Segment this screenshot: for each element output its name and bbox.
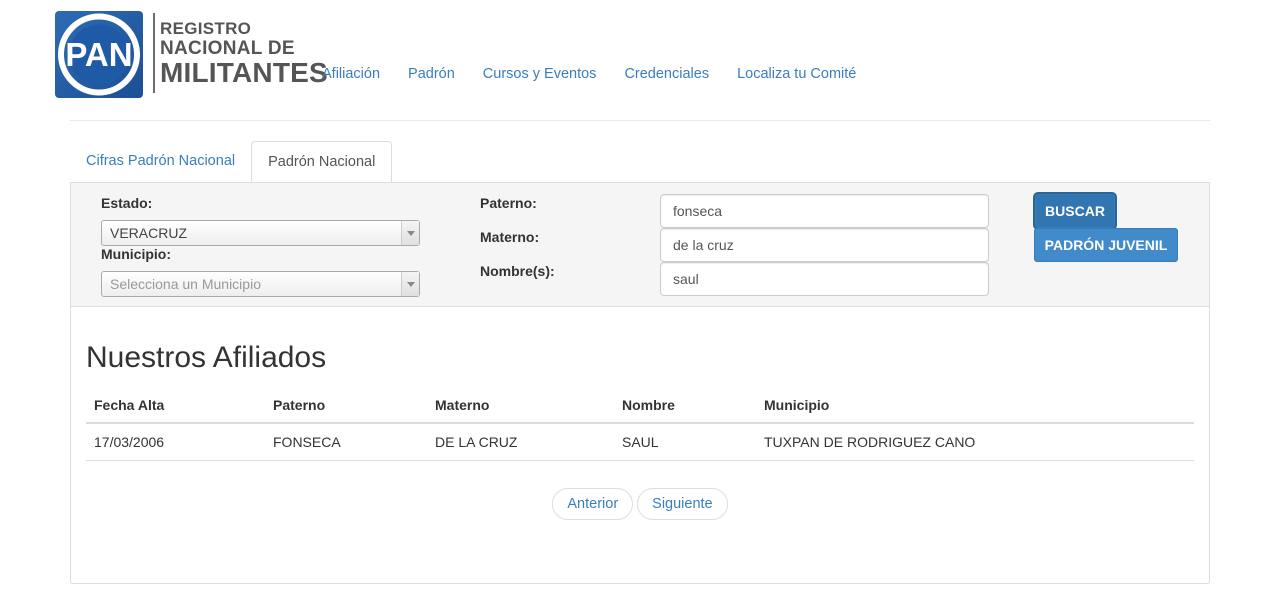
col-materno[interactable]: Materno [435,386,489,424]
tab-padron-nacional[interactable]: Padrón Nacional [251,141,393,183]
nombre-label: Nombre(s): [480,263,555,279]
previous-page-button[interactable]: Anterior [552,488,634,520]
chevron-down-icon [401,272,419,296]
pan-logo-icon: PAN [58,13,140,96]
cell-municipio: TUXPAN DE RODRIGUEZ CANO [764,434,976,450]
nav-cursos-eventos[interactable]: Cursos y Eventos [469,66,611,86]
brand-line-2: NACIONAL DE [160,38,295,59]
table-row[interactable]: 17/03/2006 FONSECA DE LA CRUZ SAUL TUXPA… [86,424,1194,461]
table-header: Fecha Alta Paterno Materno Nombre Munici… [86,386,1194,424]
site-header: PAN REGISTRO NACIONAL DE MILITANTES Afil… [0,0,1280,120]
main-nav: Afiliación Padrón Cursos y Eventos Crede… [308,66,870,86]
materno-label: Materno: [480,229,540,245]
municipio-label: Municipio: [101,246,171,262]
col-paterno[interactable]: Paterno [273,386,325,424]
pan-logo[interactable]: PAN [55,11,143,98]
paterno-input[interactable] [660,194,989,228]
col-fecha-alta[interactable]: Fecha Alta [94,386,164,424]
estado-label: Estado: [101,195,153,211]
nav-afiliacion[interactable]: Afiliación [308,66,394,86]
nombre-input[interactable] [660,262,989,296]
brand-name: REGISTRO NACIONAL DE MILITANTES [160,20,328,87]
brand-line-3: MILITANTES [160,57,328,88]
cell-paterno: FONSECA [273,434,341,450]
padron-juvenil-button[interactable]: PADRÓN JUVENIL [1034,228,1178,262]
chevron-down-icon [401,221,419,245]
next-page-button[interactable]: Siguiente [637,488,728,520]
materno-input[interactable] [660,228,989,262]
padron-panel: Estado: VERACRUZ Municipio: Selecciona u… [70,182,1210,584]
cell-fecha-alta: 17/03/2006 [94,434,165,450]
tab-cifras-padron-nacional[interactable]: Cifras Padrón Nacional [70,141,251,183]
col-nombre[interactable]: Nombre [622,386,675,424]
municipio-select[interactable]: Selecciona un Municipio [101,271,420,297]
nav-localiza-comite[interactable]: Localiza tu Comité [723,66,870,86]
brand-line-1: REGISTRO [160,19,252,38]
paterno-label: Paterno: [480,195,537,211]
municipio-select-placeholder: Selecciona un Municipio [110,276,261,292]
logo-text: PAN [65,36,132,73]
search-filters: Estado: VERACRUZ Municipio: Selecciona u… [71,183,1209,307]
estado-select-value: VERACRUZ [110,225,188,241]
nav-padron[interactable]: Padrón [394,66,469,86]
nav-credenciales[interactable]: Credenciales [610,66,723,86]
results-title: Nuestros Afiliados [86,341,327,374]
estado-select[interactable]: VERACRUZ [101,220,420,246]
cell-nombre: SAUL [622,434,659,450]
header-divider [70,120,1210,121]
pagination: Anterior Siguiente [71,488,1209,520]
cell-materno: DE LA CRUZ [435,434,518,450]
logo-divider [153,13,155,93]
tab-bar: Cifras Padrón Nacional Padrón Nacional [70,141,393,183]
col-municipio[interactable]: Municipio [764,386,829,424]
buscar-button[interactable]: BUSCAR [1035,194,1115,228]
afiliados-table: Fecha Alta Paterno Materno Nombre Munici… [86,386,1194,461]
